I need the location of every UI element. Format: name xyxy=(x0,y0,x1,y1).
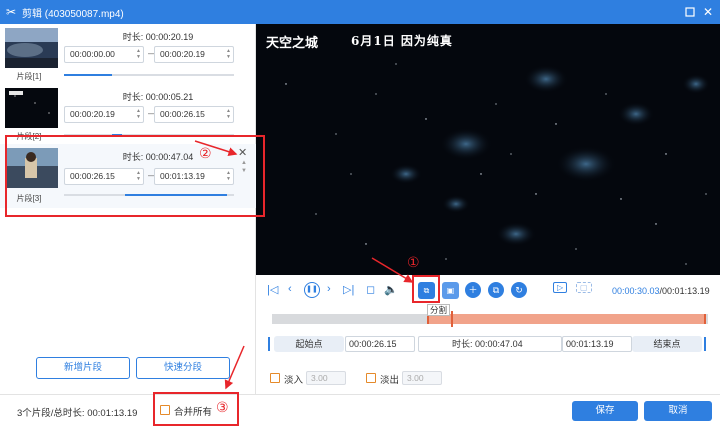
clip-label: 片段[1] xyxy=(16,72,42,81)
timeline-selection[interactable] xyxy=(426,314,706,324)
set-end-button[interactable]: 结束点 xyxy=(632,336,702,352)
skip-to-end-icon[interactable]: ▷| xyxy=(343,283,354,296)
quick-segment-button[interactable]: 快速分段 xyxy=(136,357,230,379)
starfield-image xyxy=(256,24,720,275)
scissors-icon: ✂ xyxy=(5,5,17,19)
pause-icon[interactable]: ❚❚ xyxy=(304,282,320,298)
maximize-icon[interactable] xyxy=(682,4,698,20)
annotation-number-3: ③ xyxy=(216,400,229,416)
skip-to-start-icon[interactable]: |◁ xyxy=(267,283,278,296)
annotation-box-2 xyxy=(5,135,265,217)
copy-icon[interactable]: ⧉ xyxy=(488,282,504,298)
stop-icon[interactable]: ◻ xyxy=(366,283,375,296)
clip-start-time-input[interactable]: 00:00:20.19 ▲ ▼ xyxy=(64,106,144,123)
annotation-number-1: ① xyxy=(407,255,420,271)
end-time-field[interactable]: 00:01:13.19 xyxy=(562,336,632,352)
clip-progress-bar xyxy=(64,74,234,76)
cancel-button[interactable]: 取消 xyxy=(644,401,712,421)
close-window-icon[interactable]: ✕ xyxy=(700,4,716,20)
window-title: 剪辑 (403050087.mp4) xyxy=(22,8,124,20)
duration-field: 时长: 00:00:47.04 xyxy=(418,336,562,352)
split-tooltip: 分割 xyxy=(427,304,451,316)
segment-status: 3个片段/总时长: 00:01:13.19 xyxy=(17,408,138,419)
clip-thumbnail xyxy=(5,28,58,68)
previous-frame-icon[interactable]: ‹ xyxy=(288,283,292,295)
clip-end-time-input[interactable]: 00:00:26.15 ▲ ▼ xyxy=(154,106,234,123)
clip-item-1[interactable]: 片段[1] 时长: 00:00:20.19 00:00:00.00 ▲ ▼ — 00… xyxy=(0,24,256,82)
total-time: /00:01:13.19 xyxy=(659,286,710,296)
clip-progress-fill xyxy=(64,74,112,76)
fade-out-label: 淡出 xyxy=(380,375,400,386)
fade-in-input[interactable]: 3.00 xyxy=(306,371,346,385)
current-time: 00:00:30.03 xyxy=(612,286,660,296)
fade-in-label: 淡入 xyxy=(284,375,304,386)
video-title-logo: 天空之城 xyxy=(266,36,319,51)
video-caption: 6月1日 因为纯真 xyxy=(351,34,453,48)
next-frame-icon[interactable]: › xyxy=(327,283,331,295)
save-button[interactable]: 保存 xyxy=(572,401,638,421)
snapshot-button[interactable]: ▣ xyxy=(442,282,459,299)
clip-item-2[interactable]: 片段[2] 时长: 00:00:05.21 00:00:20.19 ▲ ▼ — 00… xyxy=(0,84,256,142)
title-bar: ✂ 剪辑 (403050087.mp4) ✕ xyxy=(0,0,720,24)
set-start-mark-icon[interactable]: ▷ xyxy=(553,282,568,293)
clip-end-time-input[interactable]: 00:00:20.19 ▲ ▼ xyxy=(154,46,234,63)
fade-out-input[interactable]: 3.00 xyxy=(402,371,442,385)
start-marker xyxy=(268,337,270,351)
set-start-button[interactable]: 起始点 xyxy=(274,336,344,352)
start-time-field[interactable]: 00:00:26.15 xyxy=(345,336,415,352)
end-marker xyxy=(704,337,706,351)
clip-duration: 时长: 00:00:20.19 xyxy=(122,32,194,42)
add-segment-button[interactable]: 新增片段 xyxy=(36,357,130,379)
volume-icon[interactable]: 🔈 xyxy=(384,283,398,296)
set-end-mark-icon[interactable]: ▢ xyxy=(576,282,592,293)
timeline-playhead[interactable] xyxy=(450,311,453,327)
annotation-box-1 xyxy=(412,275,440,303)
time-readout: 00:00:30.03/00:01:13.19 xyxy=(612,286,710,296)
add-icon[interactable]: ＋ xyxy=(465,282,481,298)
clip-start-time-input[interactable]: 00:00:00.00 ▲ ▼ xyxy=(64,46,144,63)
clip-thumbnail xyxy=(5,88,58,128)
footer-bar: 3个片段/总时长: 00:01:13.19 合并所有 保存 取消 xyxy=(0,394,720,428)
rotate-icon[interactable]: ↻ xyxy=(511,282,527,298)
video-preview[interactable]: 天空之城 6月1日 因为纯真 xyxy=(256,24,720,275)
annotation-number-2: ② xyxy=(199,146,212,162)
clip-duration: 时长: 00:00:05.21 xyxy=(122,92,194,102)
fade-out-checkbox[interactable] xyxy=(366,373,376,383)
timeline-track[interactable] xyxy=(272,311,708,327)
fade-in-checkbox[interactable] xyxy=(270,373,280,383)
segment-editor: 起始点 00:00:26.15 时长: 00:00:47.04 00:01:13… xyxy=(268,336,712,354)
